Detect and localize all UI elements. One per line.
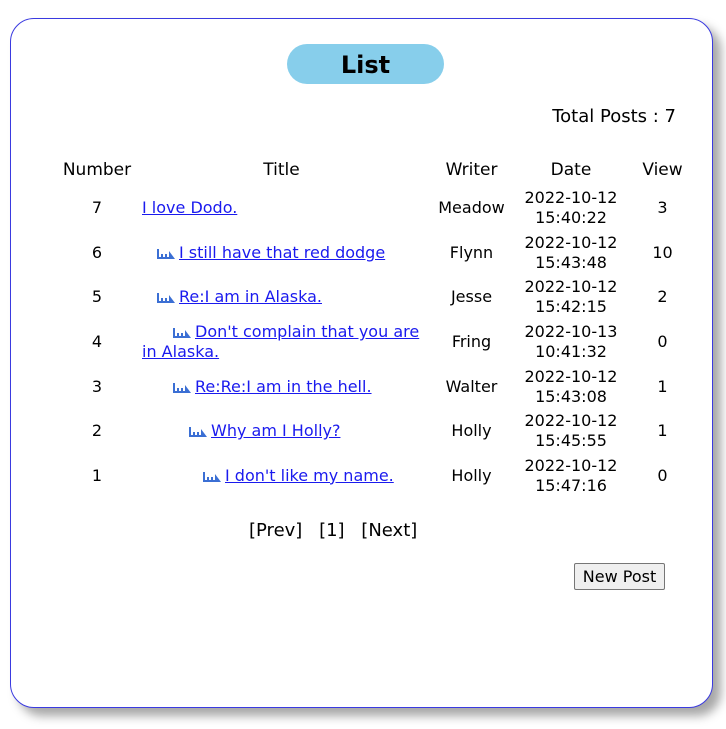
column-header-writer: Writer: [445, 159, 498, 180]
post-time: 15:40:22: [535, 208, 607, 228]
post-title-link[interactable]: Why am I Holly?: [211, 421, 340, 440]
post-number: 1: [91, 465, 103, 485]
post-number: 4: [91, 332, 103, 352]
table-row: 5 Re:I am in Alaska. Jesse 2022-10-12 15:42:…: [54, 275, 703, 320]
board-container: List Total Posts : 7 Number Title Writer…: [10, 18, 713, 708]
post-views: 0: [657, 332, 668, 352]
post-date: 2022-10-12: [524, 277, 618, 297]
post-title-cell: Why am I Holly?: [140, 409, 423, 454]
post-date-cell: 2022-10-12 15:42:15: [520, 275, 622, 320]
column-header-view: View: [642, 159, 683, 180]
table-row: 3 Re:Re:I am in the hell. Walter 2022-10-12…: [54, 364, 703, 409]
table-row: 2 Why am I Holly? Holly 2022-10-12 15:45:55 1: [54, 409, 703, 454]
post-date: 2022-10-12: [524, 188, 618, 208]
post-time: 15:47:16: [535, 475, 607, 495]
posts-table: Number Title Writer Date View 7 I love Do…: [54, 153, 703, 498]
post-views: 1: [657, 421, 668, 441]
new-post-button[interactable]: New Post: [574, 563, 665, 590]
column-header-date: Date: [550, 159, 592, 180]
post-date: 2022-10-12: [524, 232, 618, 252]
post-number: 5: [91, 287, 103, 307]
post-time: 15:43:48: [535, 252, 607, 272]
post-writer: Holly: [451, 421, 492, 441]
post-date: 2022-10-12: [524, 455, 618, 475]
table-row: 7 I love Dodo. Meadow 2022-10-12 15:40:22 3: [54, 186, 703, 231]
post-time: 15:43:08: [535, 386, 607, 406]
post-number: 2: [91, 421, 103, 441]
reply-arrow-icon: [203, 467, 221, 482]
page-link-1[interactable]: [1]: [319, 520, 345, 541]
total-posts-count: Total Posts : 7: [552, 106, 676, 127]
post-time: 15:42:15: [535, 297, 607, 317]
post-date-cell: 2022-10-12 15:43:48: [520, 231, 622, 276]
table-header-row: Number Title Writer Date View: [54, 153, 703, 186]
table-row: 4 Don't complain that you are in Alaska. F…: [54, 320, 703, 365]
post-time: 10:41:32: [535, 342, 607, 362]
post-title-link[interactable]: Re:Re:I am in the hell.: [195, 377, 372, 396]
post-title-cell: Re:I am in Alaska.: [140, 275, 423, 320]
post-views: 3: [657, 198, 668, 218]
post-title-cell: I don't like my name.: [140, 454, 423, 499]
post-views: 2: [657, 287, 668, 307]
post-date-cell: 2022-10-12 15:40:22: [520, 186, 622, 231]
post-title-link[interactable]: I don't like my name.: [225, 466, 394, 485]
reply-arrow-icon: [173, 323, 191, 339]
post-views: 1: [657, 376, 668, 396]
reply-arrow-icon: [157, 288, 175, 304]
post-title-cell: I still have that red dodge: [140, 231, 423, 276]
post-writer: Flynn: [449, 242, 494, 262]
post-date-cell: 2022-10-13 10:41:32: [520, 320, 622, 365]
table-row: 6 I still have that red dodge Flynn 2022-10…: [54, 231, 703, 276]
next-page-link[interactable]: [Next]: [361, 520, 417, 541]
post-writer: Holly: [451, 465, 492, 485]
post-title-link[interactable]: I love Dodo.: [142, 198, 237, 217]
post-date-cell: 2022-10-12 15:43:08: [520, 364, 622, 409]
post-number: 3: [91, 376, 103, 396]
post-writer: Jesse: [450, 287, 493, 307]
post-writer: Walter: [445, 376, 498, 396]
post-date-cell: 2022-10-12 15:45:55: [520, 409, 622, 454]
post-title-cell: Don't complain that you are in Alaska.: [140, 320, 423, 365]
post-list: 7I love Dodo. Meadow 2022-10-12 15:40:22 3 6 I…: [54, 186, 703, 498]
page-title: List: [287, 44, 444, 84]
post-title-link[interactable]: I still have that red dodge: [179, 243, 385, 262]
post-views: 10: [652, 242, 673, 262]
pagination: [Prev] [1] [Next]: [249, 520, 428, 541]
post-title-link[interactable]: Re:I am in Alaska.: [179, 287, 322, 306]
post-views: 0: [657, 465, 668, 485]
post-date: 2022-10-12: [524, 366, 618, 386]
post-title-cell: I love Dodo.: [140, 186, 423, 231]
post-date: 2022-10-12: [524, 411, 618, 431]
reply-arrow-icon: [173, 378, 191, 393]
post-title-cell: Re:Re:I am in the hell.: [140, 364, 423, 409]
column-header-number: Number: [62, 159, 132, 180]
reply-arrow-icon: [157, 244, 175, 259]
post-writer: Meadow: [438, 198, 505, 218]
post-writer: Fring: [451, 332, 492, 352]
post-number: 6: [91, 242, 103, 262]
post-date-cell: 2022-10-12 15:47:16: [520, 454, 622, 499]
column-header-title: Title: [263, 159, 300, 180]
post-date: 2022-10-13: [524, 322, 618, 342]
reply-arrow-icon: [189, 422, 207, 438]
post-time: 15:45:55: [535, 431, 607, 451]
prev-page-link[interactable]: [Prev]: [249, 520, 302, 541]
post-number: 7: [91, 198, 103, 218]
table-row: 1 I don't like my name. Holly 2022-10-12 15:…: [54, 454, 703, 499]
